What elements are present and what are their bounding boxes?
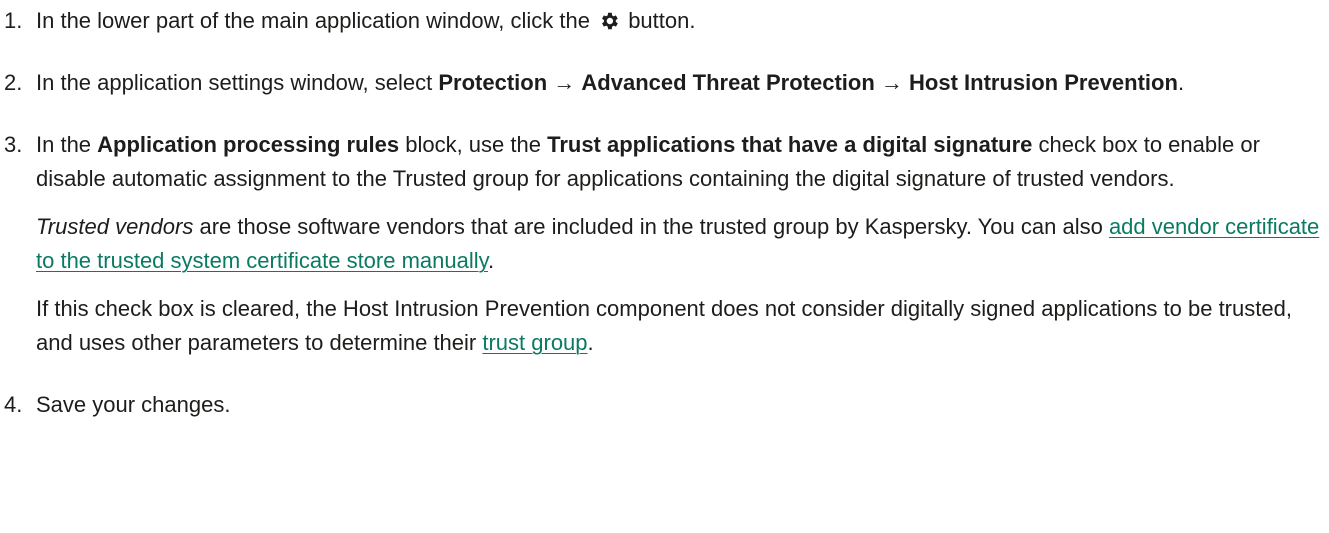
path-arrow: → [547, 70, 582, 95]
step-text-part: In the application settings window, sele… [36, 70, 439, 95]
path-arrow: → [874, 70, 910, 95]
step-number: 4. [4, 392, 23, 417]
term-trusted-vendors: Trusted vendors [36, 214, 194, 239]
step-number: 1. [4, 8, 23, 33]
step-text: Save your changes. [36, 392, 231, 417]
step-text-part: . [1177, 70, 1185, 95]
gear-icon [598, 8, 620, 30]
cleared-checkbox-note: If this check box is cleared, the Host I… [36, 292, 1325, 360]
checkbox-name: Trust applications that have a digital s… [547, 132, 1033, 157]
note-text: . [587, 330, 594, 355]
ui-path-protection: Protection [438, 70, 548, 95]
step-3: 3. In the Application processing rules b… [0, 128, 1325, 360]
step-text-part: button. [622, 8, 696, 33]
step-2: 2. In the application settings window, s… [0, 66, 1325, 100]
step-text: In the lower part of the main applicatio… [36, 4, 1325, 38]
step-text: In the Application processing rules bloc… [36, 128, 1325, 196]
step-text: In the application settings window, sele… [36, 66, 1325, 100]
step-1: 1. In the lower part of the main applica… [0, 4, 1325, 38]
ui-path-host-intrusion-prevention: Host Intrusion Prevention [909, 70, 1178, 95]
trust-group-link[interactable]: trust group [482, 330, 587, 355]
step-text-part: In the lower part of the main applicatio… [36, 8, 597, 33]
block-name: Application processing rules [97, 132, 400, 157]
step-number: 2. [4, 70, 23, 95]
step-number: 3. [4, 132, 23, 157]
step-4: 4. Save your changes. [0, 388, 1325, 422]
trusted-vendors-note: Trusted vendors are those software vendo… [36, 210, 1325, 278]
note-text: are those software vendors that are incl… [193, 214, 1109, 239]
step-text-part: In the [36, 132, 98, 157]
instruction-steps: 1. In the lower part of the main applica… [0, 0, 1325, 422]
step-text-part: block, use the [399, 132, 548, 157]
note-text: . [488, 248, 495, 273]
ui-path-advanced-threat-protection: Advanced Threat Protection [581, 70, 875, 95]
note-text: If this check box is cleared, the Host I… [36, 296, 1292, 355]
